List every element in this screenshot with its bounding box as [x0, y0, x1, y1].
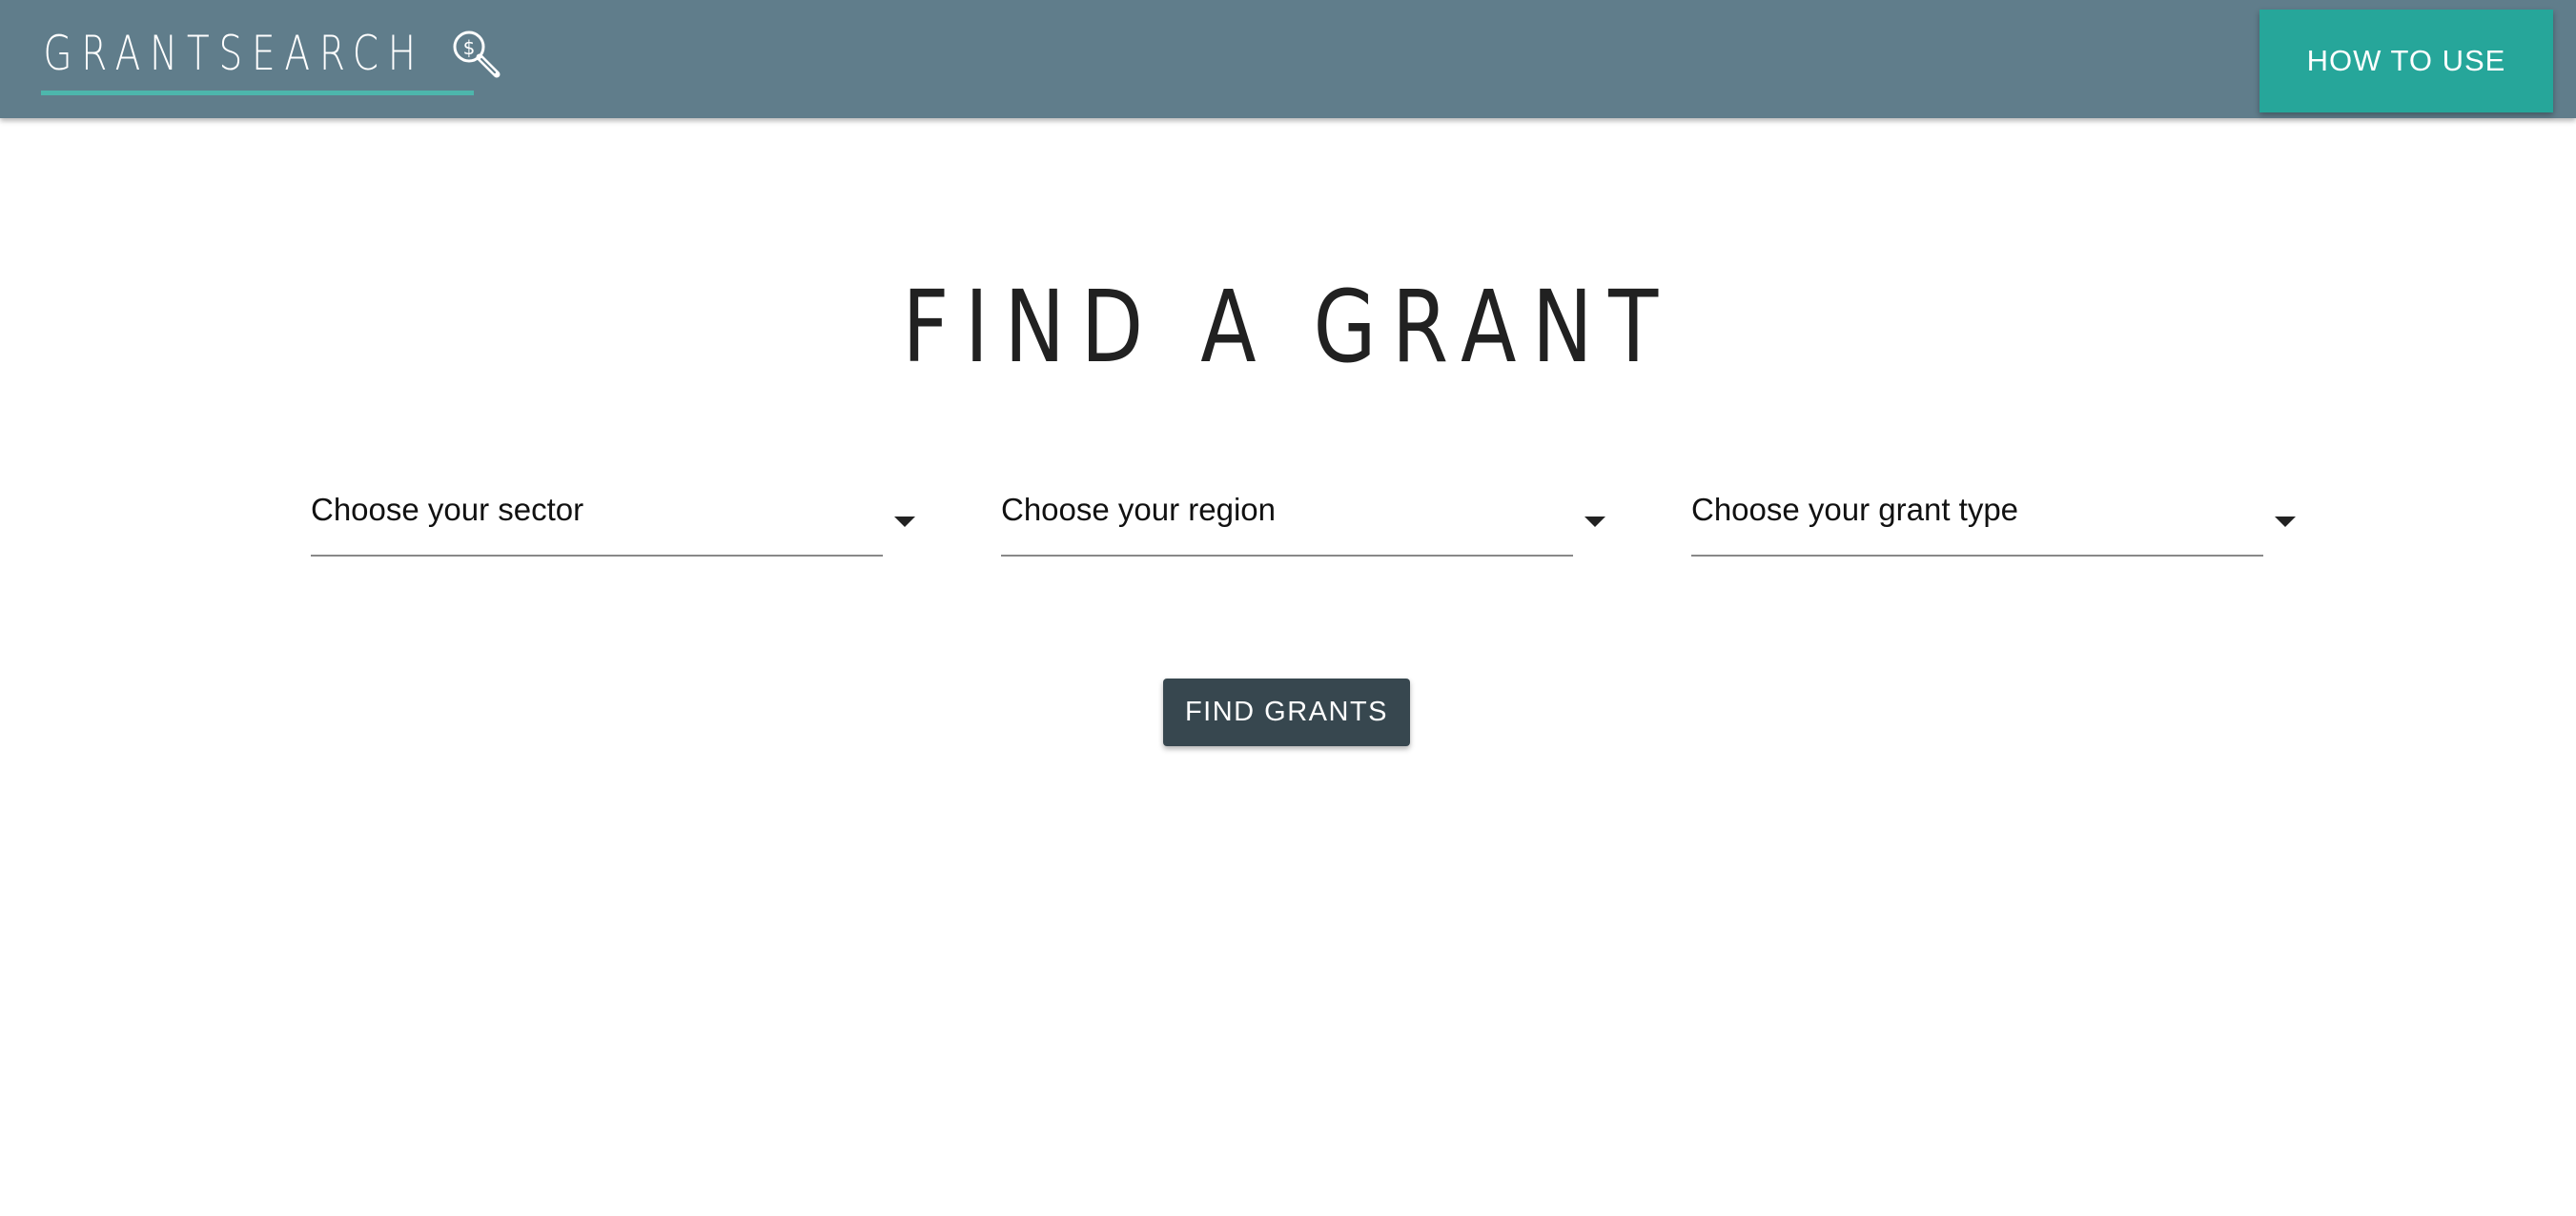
logo-text: GRANTSEARCH	[43, 26, 425, 81]
region-select-label: Choose your region	[1001, 492, 1277, 527]
app-bar: GRANTSEARCH $ HOW TO USE	[0, 0, 2576, 118]
how-to-use-button[interactable]: HOW TO USE	[2259, 10, 2553, 112]
sector-select-label: Choose your sector	[311, 492, 584, 527]
grant-type-select[interactable]: Choose your grant type	[1691, 476, 2296, 557]
logo[interactable]: GRANTSEARCH $	[41, 26, 501, 95]
grant-type-select-label: Choose your grant type	[1691, 492, 2019, 527]
chevron-down-icon	[894, 517, 915, 527]
sector-select[interactable]: Choose your sector	[311, 476, 915, 557]
svg-text:$: $	[463, 36, 476, 59]
chevron-down-icon	[2275, 517, 2296, 527]
chevron-down-icon	[1584, 517, 1605, 527]
find-grants-button[interactable]: FIND GRANTS	[1163, 679, 1410, 746]
page-title: FIND A GRANT	[902, 269, 1674, 385]
magnifier-dollar-icon: $	[449, 27, 502, 80]
region-select[interactable]: Choose your region	[1001, 476, 1605, 557]
